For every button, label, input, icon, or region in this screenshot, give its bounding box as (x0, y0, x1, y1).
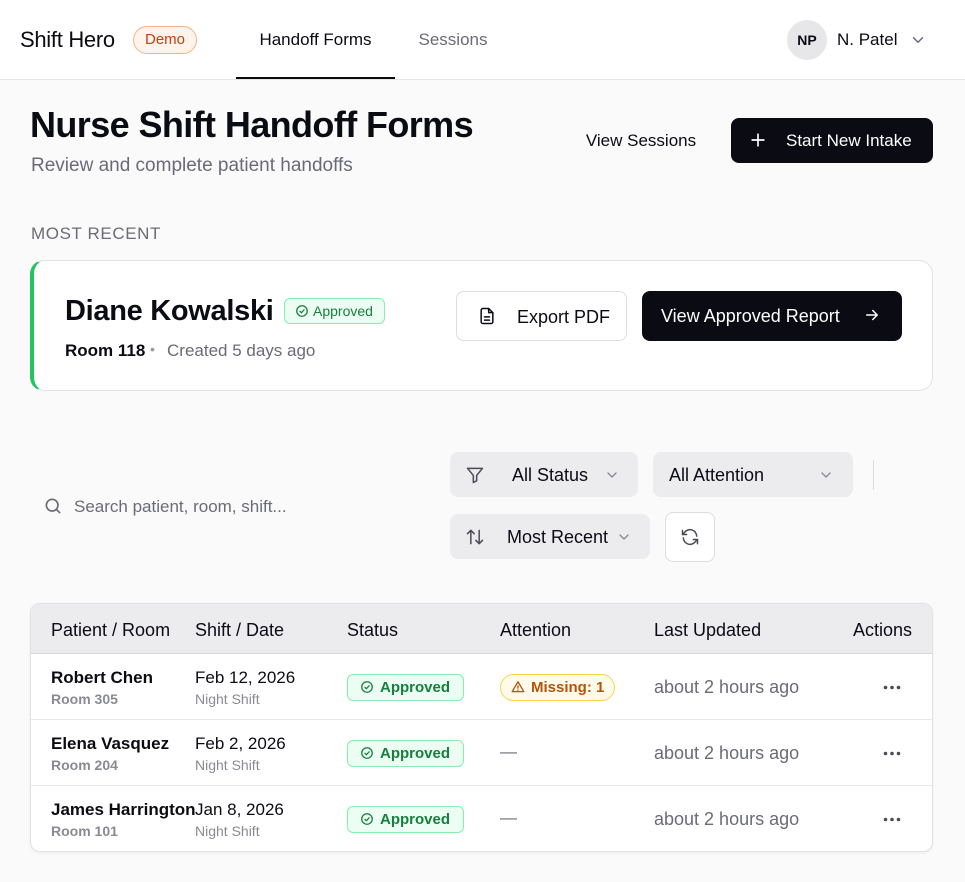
brand-name[interactable]: Shift Hero (20, 27, 115, 53)
search-box (30, 480, 426, 535)
view-approved-report-label: View Approved Report (661, 306, 840, 326)
row-actions-button[interactable] (876, 742, 908, 766)
recent-created: Created 5 days ago (167, 341, 316, 360)
tab-handoff-forms[interactable]: Handoff Forms (236, 0, 395, 79)
check-circle-icon (361, 681, 373, 693)
refresh-button[interactable] (665, 512, 715, 562)
last-updated: about 2 hours ago (654, 809, 800, 829)
status-badge-label: Approved (380, 811, 451, 828)
table-row[interactable]: Robert Chen Room 305 Feb 12, 2026 Night … (31, 654, 932, 720)
view-sessions-button[interactable]: View Sessions (568, 118, 714, 163)
recent-room: Room 118 (65, 341, 146, 360)
shift-date: Jan 8, 2026 (195, 800, 284, 819)
chevron-down-icon[interactable] (909, 31, 927, 54)
demo-badge: Demo (133, 26, 198, 54)
status-badge: Approved (347, 740, 465, 767)
export-pdf-button[interactable]: Export PDF (456, 291, 627, 341)
col-shift-date[interactable]: Shift / Date (195, 620, 284, 641)
table-header: Patient / Room Shift / Date Status Atten… (31, 604, 932, 654)
attention-filter-select[interactable]: All Attention (653, 452, 853, 497)
tab-sessions[interactable]: Sessions (405, 0, 501, 79)
row-actions-button[interactable] (876, 808, 908, 832)
col-last-updated[interactable]: Last Updated (654, 620, 761, 641)
attention-empty: — (500, 742, 517, 761)
search-input[interactable] (74, 492, 414, 522)
refresh-icon (680, 527, 700, 552)
status-filter-value: All Status (512, 465, 589, 485)
status-badge-label: Approved (380, 745, 451, 762)
shift-type: Night Shift (195, 691, 260, 707)
status-filter-select[interactable]: All Status (450, 452, 638, 497)
sort-select[interactable]: Most Recent (450, 514, 650, 559)
chevron-down-icon (616, 529, 632, 550)
shift-date: Feb 12, 2026 (195, 668, 296, 687)
recent-patient-name: Diane Kowalski (65, 295, 274, 327)
chevron-down-icon (818, 467, 834, 488)
separator-dot: • (150, 341, 155, 357)
most-recent-card: Diane Kowalski Approved Room 118 • Creat… (30, 260, 933, 391)
col-status[interactable]: Status (347, 620, 398, 641)
start-new-intake-button[interactable]: Start New Intake (731, 118, 933, 163)
check-circle-icon (361, 813, 373, 825)
patient-room: Room 204 (51, 757, 118, 773)
last-updated: about 2 hours ago (654, 743, 800, 763)
start-new-intake-label: Start New Intake (786, 131, 912, 150)
chevron-down-icon (604, 467, 620, 488)
status-badge: Approved (347, 806, 465, 833)
last-updated: about 2 hours ago (654, 677, 800, 697)
patient-name: James Harrington (51, 800, 196, 819)
top-navbar: Shift Hero Demo Handoff Forms Sessions N… (0, 0, 965, 80)
row-actions-button[interactable] (876, 676, 908, 700)
col-attention[interactable]: Attention (500, 620, 571, 641)
most-recent-label: MOST RECENT (31, 224, 162, 243)
table-row[interactable]: James Harrington Room 101 Jan 8, 2026 Ni… (31, 786, 932, 851)
check-circle-icon (296, 305, 308, 317)
sort-value: Most Recent (507, 527, 609, 547)
filter-icon (465, 465, 485, 490)
page-title: Nurse Shift Handoff Forms (30, 104, 474, 145)
more-horizontal-icon (883, 751, 901, 756)
status-badge: Approved (284, 298, 385, 324)
export-pdf-label: Export PDF (517, 307, 611, 327)
patient-room: Room 101 (51, 823, 118, 839)
col-actions: Actions (853, 620, 913, 640)
attention-badge: Missing: 1 (500, 674, 616, 701)
more-horizontal-icon (883, 817, 901, 822)
attention-badge-label: Missing: 1 (531, 679, 605, 696)
status-badge: Approved (347, 674, 465, 701)
col-patient-room[interactable]: Patient / Room (51, 620, 170, 641)
shift-type: Night Shift (195, 757, 260, 773)
more-horizontal-icon (883, 685, 901, 690)
attention-filter-value: All Attention (669, 465, 765, 485)
search-icon (43, 496, 63, 521)
patient-room: Room 305 (51, 691, 118, 707)
shift-type: Night Shift (195, 823, 260, 839)
plus-icon (748, 130, 768, 155)
sort-arrows-icon (465, 527, 485, 552)
attention-empty: — (500, 808, 517, 827)
warning-icon (511, 681, 525, 693)
avatar[interactable]: NP (787, 20, 827, 60)
page-subtitle: Review and complete patient handoffs (31, 155, 353, 176)
shift-date: Feb 2, 2026 (195, 734, 286, 753)
handoff-table: Patient / Room Shift / Date Status Atten… (30, 603, 933, 852)
patient-name: Robert Chen (51, 668, 153, 687)
patient-name: Elena Vasquez (51, 734, 170, 753)
status-badge-label: Approved (313, 303, 373, 319)
view-approved-report-button[interactable]: View Approved Report (642, 291, 902, 341)
user-name[interactable]: N. Patel (837, 30, 897, 50)
table-row[interactable]: Elena Vasquez Room 204 Feb 2, 2026 Night… (31, 720, 932, 786)
toolbar-divider (873, 460, 874, 490)
check-circle-icon (361, 747, 373, 759)
arrow-right-icon (863, 306, 881, 329)
status-badge-label: Approved (380, 679, 451, 696)
file-icon (477, 306, 497, 331)
